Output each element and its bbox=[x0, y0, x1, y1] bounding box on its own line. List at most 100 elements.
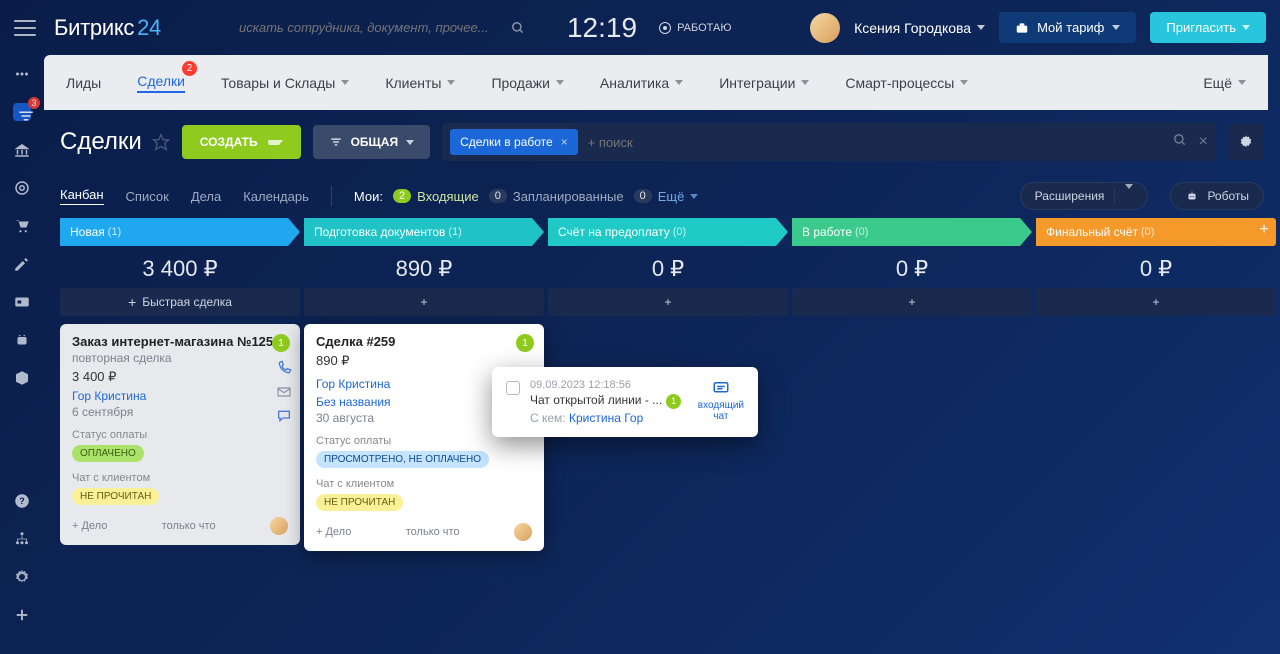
rail-bank-icon[interactable] bbox=[13, 141, 31, 159]
view-calendar[interactable]: Календарь bbox=[243, 189, 309, 204]
view-selector[interactable]: ОБЩАЯ bbox=[313, 125, 430, 159]
clear-icon[interactable]: × bbox=[1199, 133, 1208, 151]
tariff-button[interactable]: Мой тариф bbox=[999, 12, 1136, 43]
user-menu[interactable]: Ксения Городкова bbox=[854, 20, 985, 36]
rail-gear-icon[interactable] bbox=[13, 568, 31, 586]
more-filter[interactable]: 0Ещё bbox=[634, 189, 699, 204]
extensions-button[interactable]: Расширения bbox=[1020, 182, 1149, 210]
rail-cube-icon[interactable] bbox=[13, 369, 31, 387]
card-contact[interactable]: Гор Кристина bbox=[72, 389, 288, 403]
rail-card-icon[interactable] bbox=[13, 293, 31, 311]
column-sum: 0 ₽ bbox=[548, 246, 788, 288]
view-deals[interactable]: Дела bbox=[191, 189, 221, 204]
rail-chat-icon[interactable] bbox=[13, 65, 31, 83]
card-subtitle: повторная сделка bbox=[72, 351, 288, 365]
close-icon[interactable]: × bbox=[561, 135, 568, 149]
activity-time: 09.09.2023 12:18:56 bbox=[530, 379, 688, 391]
chat-status-label: Чат с клиентом bbox=[72, 472, 288, 484]
kanban-column: В работе(0) 0 ₽ + bbox=[792, 218, 1032, 551]
incoming-filter[interactable]: 2Входящие bbox=[393, 189, 479, 204]
phone-icon[interactable] bbox=[276, 360, 292, 376]
column-header[interactable]: Финальный счёт(0) bbox=[1036, 218, 1276, 246]
activity-checkbox[interactable] bbox=[506, 381, 520, 395]
settings-button[interactable] bbox=[1228, 124, 1264, 160]
card-title: Заказ интернет-магазина №125 bbox=[72, 334, 288, 349]
robots-button[interactable]: Роботы bbox=[1170, 182, 1264, 210]
work-status[interactable]: РАБОТАЮ bbox=[659, 22, 731, 34]
column-header[interactable]: Счёт на предоплату(0) bbox=[548, 218, 788, 246]
deal-card[interactable]: 1 Сделка #259 890 ₽ Гор Кристина Без наз… bbox=[304, 324, 544, 551]
activity-contact-link[interactable]: Кристина Гор bbox=[569, 411, 643, 425]
view-list[interactable]: Список bbox=[126, 189, 169, 204]
user-avatar[interactable] bbox=[810, 13, 840, 43]
create-button[interactable]: СОЗДАТЬ bbox=[182, 125, 301, 159]
assignee-avatar[interactable] bbox=[514, 523, 532, 541]
add-activity-button[interactable]: + Дело bbox=[72, 520, 107, 532]
invite-button[interactable]: Пригласить bbox=[1150, 12, 1266, 43]
chat-status-tag: НЕ ПРОЧИТАН bbox=[72, 488, 159, 505]
assignee-avatar[interactable] bbox=[270, 517, 288, 535]
add-card-button[interactable]: + bbox=[304, 288, 544, 316]
chat-icon[interactable] bbox=[276, 408, 292, 424]
quick-deal-button[interactable]: +Быстрая сделка bbox=[60, 288, 300, 316]
filter-bar: Сделки в работе× × bbox=[442, 123, 1216, 161]
filter-chip[interactable]: Сделки в работе× bbox=[450, 129, 578, 155]
menu-toggle[interactable] bbox=[14, 20, 36, 36]
rail-edit-icon[interactable] bbox=[13, 255, 31, 273]
tab-deals-badge: 2 bbox=[182, 61, 197, 76]
add-activity-button[interactable]: + Дело bbox=[316, 526, 351, 538]
column-sum: 890 ₽ bbox=[304, 246, 544, 288]
star-icon[interactable] bbox=[152, 133, 170, 151]
add-card-button[interactable]: + bbox=[548, 288, 788, 316]
rail-sitemap-icon[interactable] bbox=[13, 530, 31, 548]
mail-icon[interactable] bbox=[276, 384, 292, 400]
rail-cart-icon[interactable] bbox=[13, 217, 31, 235]
tab-deals[interactable]: Сделки 2 bbox=[137, 73, 185, 93]
briefcase-icon bbox=[1015, 21, 1029, 35]
card-badge: 1 bbox=[272, 334, 290, 352]
tab-leads[interactable]: Лиды bbox=[66, 75, 101, 91]
card-time: только что bbox=[162, 520, 216, 532]
pay-status-tag: ПРОСМОТРЕНО, НЕ ОПЛАЧЕНО bbox=[316, 451, 489, 468]
global-search-input[interactable] bbox=[239, 20, 499, 35]
add-card-button[interactable]: + bbox=[792, 288, 1032, 316]
kanban-column: Финальный счёт(0) + 0 ₽ + bbox=[1036, 218, 1276, 551]
tab-products[interactable]: Товары и Склады bbox=[221, 75, 349, 91]
column-header[interactable]: Новая(1) bbox=[60, 218, 300, 246]
rail-android-icon[interactable] bbox=[13, 331, 31, 349]
tab-clients[interactable]: Клиенты bbox=[385, 75, 455, 91]
view-kanban[interactable]: Канбан bbox=[60, 187, 104, 205]
card-title: Сделка #259 bbox=[316, 334, 532, 349]
tab-smart[interactable]: Смарт-процессы bbox=[845, 75, 968, 91]
robot-icon bbox=[1185, 189, 1199, 203]
my-filters: Мои: 2Входящие 0Запланированные 0Ещё bbox=[354, 189, 698, 204]
tab-integrations[interactable]: Интеграции bbox=[719, 75, 809, 91]
rail-plus-icon[interactable] bbox=[13, 606, 31, 624]
add-card-button[interactable]: + bbox=[1036, 288, 1276, 316]
tab-more[interactable]: Ещё bbox=[1203, 75, 1246, 91]
tab-sales[interactable]: Продажи bbox=[491, 75, 563, 91]
svg-text:?: ? bbox=[19, 496, 25, 506]
search-icon[interactable] bbox=[511, 21, 525, 35]
column-sum: 0 ₽ bbox=[1036, 246, 1276, 288]
clock: 12:19 bbox=[567, 12, 637, 44]
rail-target-icon[interactable] bbox=[13, 179, 31, 197]
search-icon[interactable] bbox=[1173, 133, 1187, 147]
pay-status-label: Статус оплаты bbox=[72, 429, 288, 441]
rail-filter-icon[interactable]: 3 bbox=[13, 103, 31, 121]
card-date: 6 сентября bbox=[72, 405, 288, 419]
card-action-icons bbox=[276, 360, 292, 424]
page-title: Сделки bbox=[60, 128, 170, 156]
column-header[interactable]: Подготовка документов(1) bbox=[304, 218, 544, 246]
logo: Битрикс24 bbox=[54, 15, 161, 41]
activity-popup[interactable]: 09.09.2023 12:18:56 Чат открытой линии -… bbox=[492, 367, 758, 437]
rail-help-icon[interactable]: ? bbox=[13, 492, 31, 510]
filter-search-input[interactable] bbox=[588, 135, 1163, 150]
main-nav: Лиды Сделки 2 Товары и Склады Клиенты Пр… bbox=[44, 55, 1268, 110]
deal-card[interactable]: 1 Заказ интернет-магазина №125 повторная… bbox=[60, 324, 300, 545]
column-header[interactable]: В работе(0) bbox=[792, 218, 1032, 246]
planned-filter[interactable]: 0Запланированные bbox=[489, 189, 624, 204]
add-column-button[interactable]: + bbox=[1252, 218, 1276, 242]
tab-analytics[interactable]: Аналитика bbox=[600, 75, 683, 91]
message-icon bbox=[712, 379, 730, 397]
